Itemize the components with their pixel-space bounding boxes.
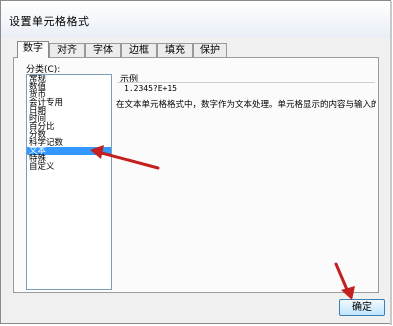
ok-button[interactable]: 确定 <box>339 299 385 316</box>
category-item-custom[interactable]: 自定义 <box>27 163 111 172</box>
number-tab-panel: 分类(C): 常规 数值 货币 会计专用 日期 时间 百分比 分数 科学记数 文… <box>13 57 379 293</box>
category-listbox[interactable]: 常规 数值 货币 会计专用 日期 时间 百分比 分数 科学记数 文本 特殊 自定… <box>26 74 112 290</box>
sample-value: 1.2345?E+15 <box>124 84 177 93</box>
title-bar: 设置单元格格式 <box>1 1 390 37</box>
dialog-title: 设置单元格格式 <box>9 15 90 28</box>
tab-alignment[interactable]: 对齐 <box>49 43 85 57</box>
tab-font[interactable]: 字体 <box>85 43 121 57</box>
format-cells-dialog: 设置单元格格式 数字 对齐 字体 边框 填充 保护 分类(C): 常规 数值 货… <box>0 0 392 325</box>
tab-protection[interactable]: 保护 <box>193 43 227 57</box>
dialog-right-edge <box>390 1 392 325</box>
format-description: 在文本单元格格式中，数字作为文本处理。单元格显示的内容与输入的内容 <box>116 100 376 110</box>
tab-fill[interactable]: 填充 <box>157 43 193 57</box>
tab-border[interactable]: 边框 <box>121 43 157 57</box>
sample-divider <box>117 82 375 83</box>
tab-number[interactable]: 数字 <box>17 41 49 58</box>
